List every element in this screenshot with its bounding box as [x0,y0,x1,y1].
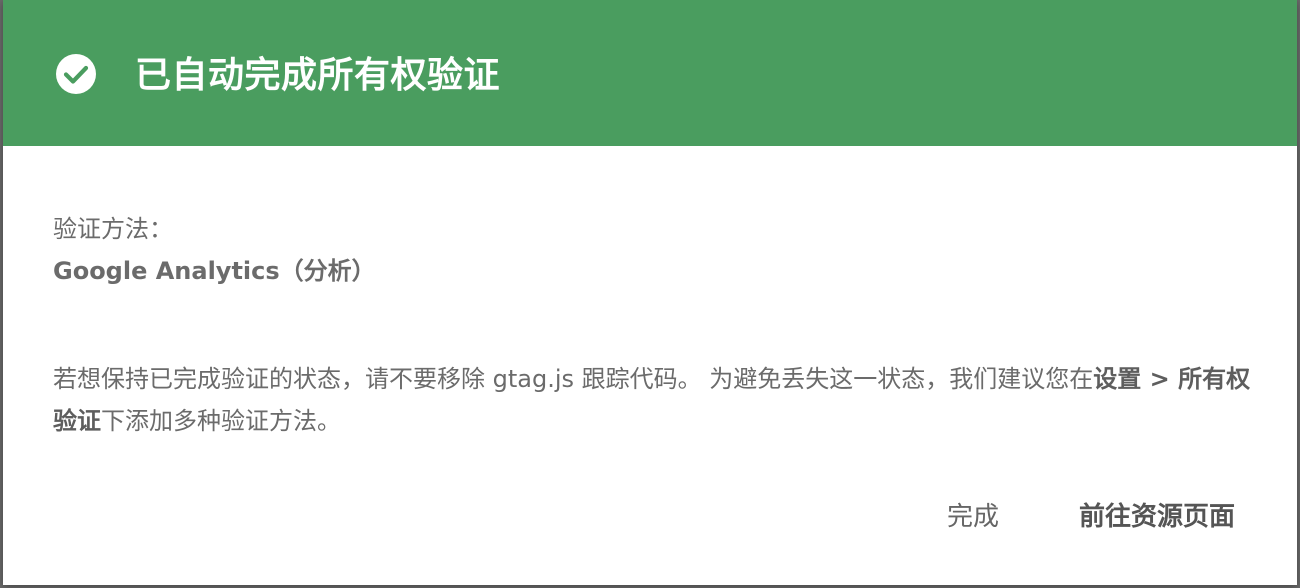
done-button[interactable]: 完成 [939,497,1007,537]
verification-dialog: 已自动完成所有权验证 验证方法： Google Analytics（分析） 若想… [3,0,1297,585]
dialog-message: 若想保持已完成验证的状态，请不要移除 gtag.js 跟踪代码。 为避免丢失这一… [53,358,1253,442]
verification-method-value: Google Analytics（分析） [53,257,376,285]
dialog-title: 已自动完成所有权验证 [135,55,501,96]
dialog-header: 已自动完成所有权验证 [3,0,1297,146]
dialog-actions: 完成 前往资源页面 [939,497,1243,537]
check-circle-icon [55,53,97,95]
verification-method-label: 验证方法： [53,215,173,243]
message-text-1: 若想保持已完成验证的状态，请不要移除 gtag.js 跟踪代码。 为避免丢失这一… [53,365,1094,393]
go-to-property-button[interactable]: 前往资源页面 [1071,497,1243,537]
message-text-2: 下添加多种验证方法。 [101,407,341,435]
